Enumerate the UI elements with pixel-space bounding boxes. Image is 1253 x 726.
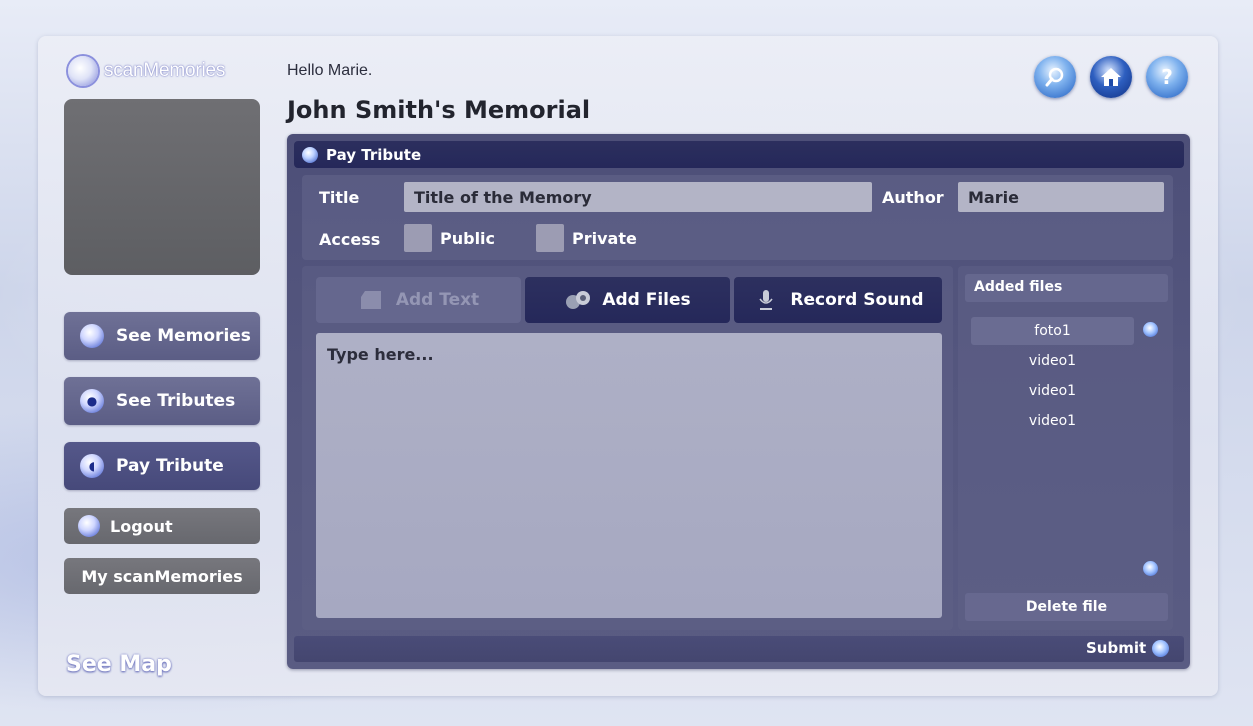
tribute-text-input[interactable]: Type here... — [316, 333, 942, 618]
panel-title: Pay Tribute — [326, 145, 422, 164]
logout-label: Logout — [110, 516, 173, 536]
greeting-text: Hello Marie. — [287, 62, 373, 79]
delete-file-button[interactable]: Delete file — [965, 593, 1168, 621]
title-label: Title — [319, 188, 360, 207]
home-icon[interactable] — [1090, 56, 1132, 98]
globe-icon — [80, 324, 104, 348]
text-icon — [358, 288, 386, 312]
author-label: Author — [882, 188, 944, 207]
tab-add-text[interactable]: Add Text — [316, 277, 521, 323]
my-scanmemories-label: My scanMemories — [81, 566, 243, 586]
logo-icon — [68, 56, 98, 86]
tab-add-files-label: Add Files — [602, 290, 691, 310]
tab-add-files[interactable]: Add Files — [525, 277, 730, 323]
see-memories-label: See Memories — [116, 326, 251, 346]
tributes-icon: ● — [80, 389, 104, 413]
public-label: Public — [440, 229, 496, 248]
tab-record-sound-label: Record Sound — [790, 290, 924, 310]
page-title: John Smith's Memorial — [287, 96, 591, 124]
files-header: Added files — [965, 274, 1168, 302]
submit-arrow-icon — [1152, 639, 1170, 657]
logo-text: scanMemories — [104, 60, 226, 81]
memorial-photo — [64, 99, 260, 275]
submit-label: Submit — [1086, 639, 1147, 657]
title-field[interactable]: Title of the Memory — [404, 182, 872, 212]
file-item[interactable]: foto1 — [971, 317, 1134, 345]
lock-icon — [78, 515, 100, 537]
access-label: Access — [319, 230, 381, 249]
author-field[interactable]: Marie — [958, 182, 1164, 212]
files-icon — [564, 288, 592, 312]
submit-button[interactable]: Submit — [1086, 637, 1170, 659]
private-checkbox[interactable] — [536, 224, 564, 252]
logo[interactable]: scanMemories — [68, 56, 225, 86]
file-item[interactable]: video1 — [971, 407, 1134, 435]
panel-header: Pay Tribute — [294, 141, 1184, 168]
submit-bar — [294, 636, 1184, 662]
see-tributes-button[interactable]: ● See Tributes — [64, 377, 260, 425]
file-item[interactable]: video1 — [971, 377, 1134, 405]
top-toolbar: ? — [1034, 56, 1188, 98]
my-scanmemories-button[interactable]: My scanMemories — [64, 558, 260, 594]
pay-tribute-icon — [302, 146, 318, 163]
see-tributes-label: See Tributes — [116, 391, 236, 411]
tab-record-sound[interactable]: Record Sound — [734, 277, 942, 323]
microphone-icon — [752, 288, 780, 312]
search-icon[interactable] — [1034, 56, 1076, 98]
tab-add-text-label: Add Text — [395, 290, 480, 310]
file-item[interactable]: video1 — [971, 347, 1134, 375]
public-checkbox[interactable] — [404, 224, 432, 252]
pay-tribute-button[interactable]: ◖ Pay Tribute — [64, 442, 260, 490]
private-label: Private — [572, 229, 637, 248]
pay-tribute-icon: ◖ — [80, 454, 104, 478]
scroll-up-icon[interactable] — [1143, 322, 1158, 337]
logout-button[interactable]: Logout — [64, 508, 260, 544]
pay-tribute-label: Pay Tribute — [116, 456, 224, 476]
help-icon[interactable]: ? — [1146, 56, 1188, 98]
see-map-link[interactable]: See Map — [66, 652, 172, 677]
see-memories-button[interactable]: See Memories — [64, 312, 260, 360]
scroll-down-icon[interactable] — [1143, 561, 1158, 576]
